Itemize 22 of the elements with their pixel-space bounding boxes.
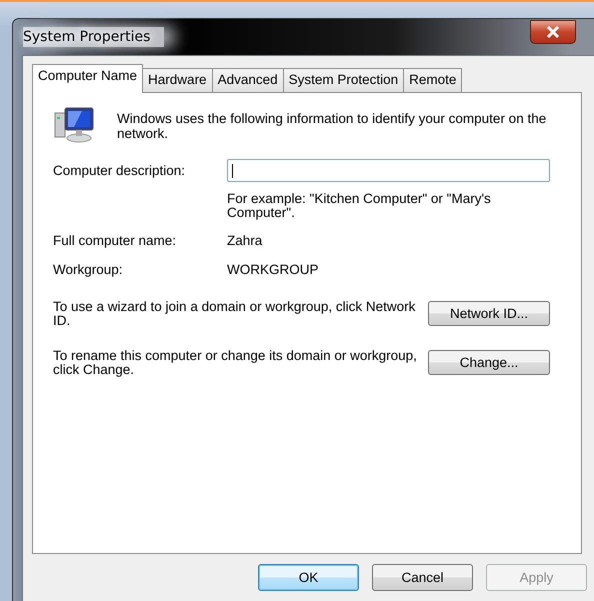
description-field[interactable]	[227, 159, 550, 182]
dialog-button[interactable]: Cancel	[372, 564, 473, 591]
tab[interactable]: Remote	[403, 68, 462, 92]
tab[interactable]: Computer Name	[32, 64, 144, 93]
action-button[interactable]: Change...	[428, 350, 550, 375]
action-button[interactable]: Network ID...	[428, 301, 550, 326]
info-value: Zahra	[227, 233, 262, 248]
intro-text: Windows uses the following information to identify your computer on the network.	[117, 110, 547, 141]
info-label: Workgroup:	[53, 262, 124, 277]
hint-text: For example: "Kitchen Computer" or "Mary's Computer".	[227, 192, 492, 220]
close-button[interactable]	[530, 20, 576, 44]
window-title: System Properties	[23, 27, 164, 47]
info-label: Full computer name:	[53, 233, 178, 248]
action-text: To use a wizard to join a domain or workgroup, click Network ID.	[53, 299, 416, 328]
tab[interactable]: Hardware	[142, 68, 213, 92]
tab[interactable]: System Protection	[282, 68, 404, 92]
action-text: To rename this computer or change its domain or workgroup, click Change.	[53, 348, 418, 377]
field-label: Computer description:	[53, 163, 186, 178]
tab[interactable]: Advanced	[212, 68, 284, 92]
close-icon	[546, 26, 560, 38]
info-value: WORKGROUP	[227, 262, 319, 277]
dialog-button[interactable]: OK	[258, 564, 359, 591]
